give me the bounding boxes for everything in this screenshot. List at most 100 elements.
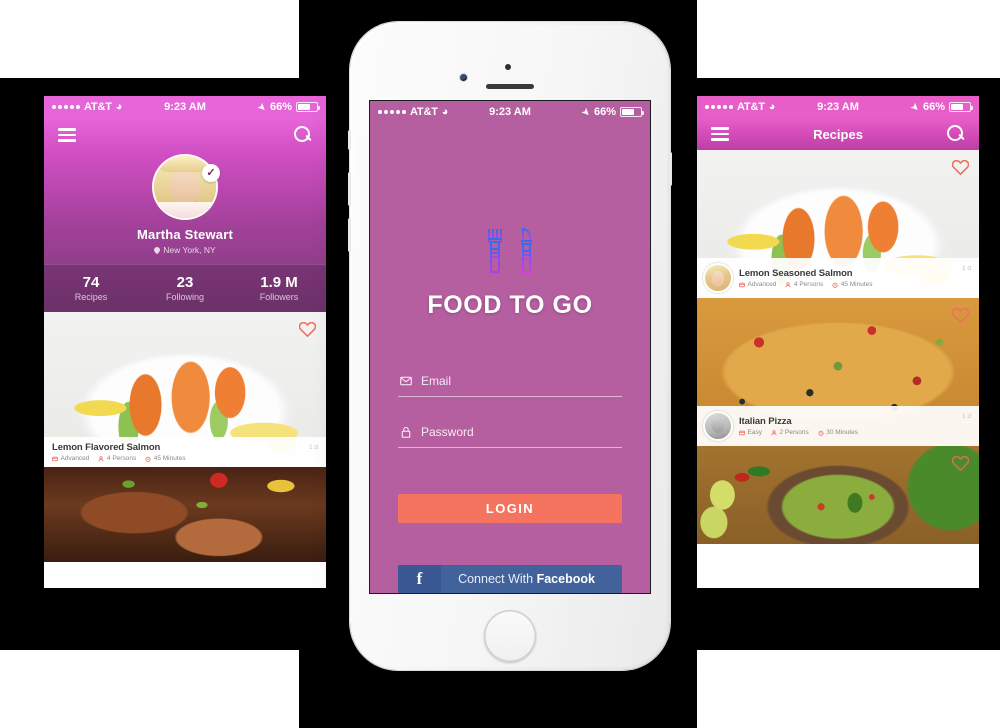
battery-icon [620, 107, 644, 117]
heart-icon[interactable] [952, 308, 969, 323]
author-avatar[interactable] [703, 263, 733, 293]
recipe-time-ago: 1 d [961, 413, 971, 420]
recipe-card-steak[interactable] [44, 467, 326, 562]
recipe-card-salmon[interactable]: Lemon Seasoned Salmon Advanced 4 Persons [697, 150, 979, 298]
location-arrow-icon: ➤ [256, 100, 269, 113]
heart-icon[interactable] [952, 160, 969, 175]
location-pin-icon [153, 245, 162, 255]
signal-dots-icon [378, 110, 406, 114]
carrier-label: AT&T [737, 101, 765, 113]
search-icon[interactable] [294, 126, 312, 144]
backdrop-block-bottom-left [0, 650, 299, 728]
recipe-title: Lemon Flavored Salmon [52, 442, 161, 453]
stat-followers-value: 1.9 M [260, 274, 298, 291]
recipe-card-guacamole[interactable] [697, 446, 979, 544]
signal-dots-icon [705, 105, 733, 109]
recipe-time-ago: 1 d [308, 444, 318, 451]
author-avatar[interactable] [703, 411, 733, 441]
meta-duration-label: 45 Minutes [153, 455, 186, 462]
meta-difficulty-label: Easy [747, 429, 762, 436]
recipe-caption: Lemon Flavored Salmon Advanced 4 Persons [44, 437, 326, 467]
recipe-card-salmon[interactable]: Lemon Flavored Salmon Advanced 4 Persons [44, 312, 326, 467]
stat-following-label: Following [165, 292, 205, 302]
profile-recipe-feed: Lemon Flavored Salmon Advanced 4 Persons [44, 312, 326, 588]
meta-persons-label: 2 Persons [779, 429, 809, 436]
login-button[interactable]: LOGIN [398, 494, 622, 523]
meta-duration-label: 30 Minutes [826, 429, 859, 436]
meta-duration-label: 45 Minutes [840, 281, 873, 288]
silent-switch[interactable] [348, 130, 351, 150]
heart-icon[interactable] [299, 322, 316, 337]
envelope-icon [400, 376, 412, 386]
profile-location: New York, NY [44, 245, 326, 264]
meta-difficulty: Advanced [52, 455, 89, 462]
power-button[interactable] [669, 152, 672, 186]
fork-and-knife-icon [370, 227, 650, 275]
meta-persons-label: 4 Persons [793, 281, 824, 288]
iphone-device-frame: AT&T ◕ 9:23 AM ➤ 66% FOOD TO GO Email Pa… [348, 22, 672, 670]
facebook-connect-label: Connect With Facebook [441, 572, 622, 586]
stat-following[interactable]: 23 Following [138, 265, 232, 312]
front-camera-icon [460, 74, 467, 81]
signal-dots-icon [52, 105, 80, 109]
email-input-placeholder: Email [421, 374, 452, 388]
home-button[interactable] [484, 610, 536, 662]
profile-stats: 74 Recipes 23 Following 1.9 M Followers [44, 264, 326, 312]
profile-header: ✓ Martha Stewart New York, NY 74 Recipes… [44, 118, 326, 312]
recipe-card-pizza[interactable]: Italian Pizza Easy 2 Persons 30 Minutes … [697, 298, 979, 446]
login-form: Email Password [370, 374, 650, 476]
search-icon[interactable] [947, 125, 965, 143]
meta-persons: 2 Persons [771, 429, 809, 436]
meta-persons-label: 4 Persons [106, 455, 137, 462]
recipe-title: Lemon Seasoned Salmon [739, 268, 853, 279]
backdrop-block-top-left [0, 0, 299, 78]
proximity-sensor-icon [505, 64, 511, 70]
battery-percent: 66% [593, 106, 616, 118]
recipes-header: Recipes [697, 118, 979, 150]
brand-logo-area: FOOD TO GO [370, 227, 650, 320]
battery-icon [949, 102, 973, 112]
stat-followers[interactable]: 1.9 M Followers [232, 265, 326, 312]
password-input-placeholder: Password [421, 425, 474, 439]
status-bar-signal: AT&T ◕ [52, 101, 122, 113]
meta-difficulty: Easy [739, 429, 762, 436]
volume-up-button[interactable] [348, 172, 351, 206]
password-field[interactable]: Password [398, 425, 622, 448]
facebook-connect-prefix: Connect With [458, 571, 537, 586]
carrier-label: AT&T [410, 106, 438, 118]
profile-avatar-wrap: ✓ [152, 154, 220, 220]
status-bar-center: AT&T ◕ 9:23 AM ➤ 66% [370, 101, 650, 123]
meta-persons: 4 Persons [785, 281, 823, 288]
facebook-connect-button[interactable]: f Connect With Facebook [398, 564, 622, 593]
wifi-icon: ◕ [115, 101, 123, 113]
verified-badge-icon: ✓ [202, 164, 220, 182]
meta-persons: 4 Persons [98, 455, 136, 462]
recipe-caption: Lemon Seasoned Salmon Advanced 4 Persons [697, 258, 979, 298]
stat-recipes-value: 74 [82, 274, 100, 291]
status-bar-right: AT&T ◕ 9:23 AM ➤ 66% [697, 96, 979, 118]
hamburger-icon[interactable] [711, 124, 729, 144]
meta-duration: 45 Minutes [832, 281, 873, 288]
wifi-icon: ◕ [441, 106, 449, 118]
meta-duration: 45 Minutes [145, 455, 186, 462]
stat-recipes-label: Recipes [74, 292, 108, 302]
carrier-label: AT&T [84, 101, 112, 113]
profile-nav-row [44, 118, 326, 152]
profile-name: Martha Stewart [137, 227, 233, 242]
lock-icon [401, 426, 411, 438]
volume-down-button[interactable] [348, 218, 351, 252]
location-arrow-icon: ➤ [909, 100, 922, 113]
hamburger-icon[interactable] [58, 125, 76, 145]
battery-percent: 66% [269, 101, 292, 113]
wifi-icon: ◕ [768, 101, 776, 113]
heart-icon[interactable] [952, 456, 969, 471]
stat-following-value: 23 [176, 274, 194, 291]
email-field[interactable]: Email [398, 374, 622, 397]
meta-difficulty-label: Advanced [747, 281, 777, 288]
profile-location-label: New York, NY [163, 245, 216, 255]
meta-duration: 30 Minutes [818, 429, 858, 436]
location-arrow-icon: ➤ [580, 105, 593, 118]
phone-screen-recipes: AT&T ◕ 9:23 AM ➤ 66% Recipes Lemon Seaso… [697, 96, 979, 588]
phone-screen-profile: AT&T ◕ 9:23 AM ➤ 66% ✓ Martha Stewart Ne… [44, 96, 326, 588]
stat-recipes[interactable]: 74 Recipes [44, 265, 138, 312]
